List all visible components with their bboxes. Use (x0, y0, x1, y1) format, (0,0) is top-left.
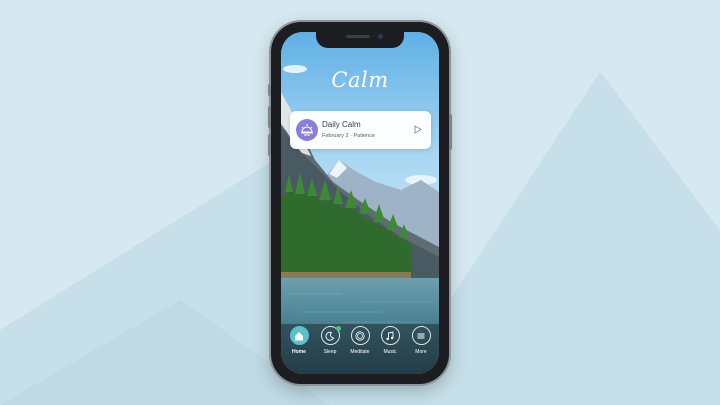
power-button (449, 114, 452, 150)
music-note-icon (380, 326, 400, 345)
mute-switch (268, 84, 271, 96)
sunrise-icon (296, 119, 318, 141)
daily-calm-card[interactable]: Daily Calm February 2 · Patience (290, 111, 431, 149)
phone-screen: Calm Daily Calm February 2 · Patience Ho… (281, 32, 439, 374)
menu-icon (411, 326, 431, 345)
bottom-tab-bar: Home Sleep Meditate Music More (281, 324, 439, 374)
home-icon (289, 326, 309, 345)
meditate-icon (350, 326, 370, 345)
notification-dot (335, 326, 341, 331)
volume-down-button (268, 134, 271, 156)
daily-calm-title: Daily Calm (322, 120, 361, 129)
app-logo: Calm (331, 68, 389, 92)
tab-sleep-label: Sleep (323, 349, 337, 355)
earpiece-speaker (346, 35, 370, 38)
front-camera (378, 34, 383, 39)
tab-home-label: Home (292, 349, 306, 355)
tab-music[interactable]: Music (375, 326, 405, 355)
daily-calm-subtitle: February 2 · Patience (322, 133, 375, 139)
tab-home[interactable]: Home (284, 326, 314, 355)
tab-meditate[interactable]: Meditate (345, 326, 375, 355)
notch (316, 32, 404, 48)
tab-meditate-label: Meditate (350, 349, 370, 355)
tab-more-label: More (415, 349, 427, 355)
moon-icon (320, 326, 341, 345)
volume-up-button (268, 106, 271, 128)
tab-sleep[interactable]: Sleep (315, 326, 345, 355)
phone-frame: Calm Daily Calm February 2 · Patience Ho… (268, 22, 452, 384)
tab-more[interactable]: More (406, 326, 436, 355)
play-icon[interactable] (414, 125, 422, 134)
tab-music-label: Music (383, 349, 397, 355)
